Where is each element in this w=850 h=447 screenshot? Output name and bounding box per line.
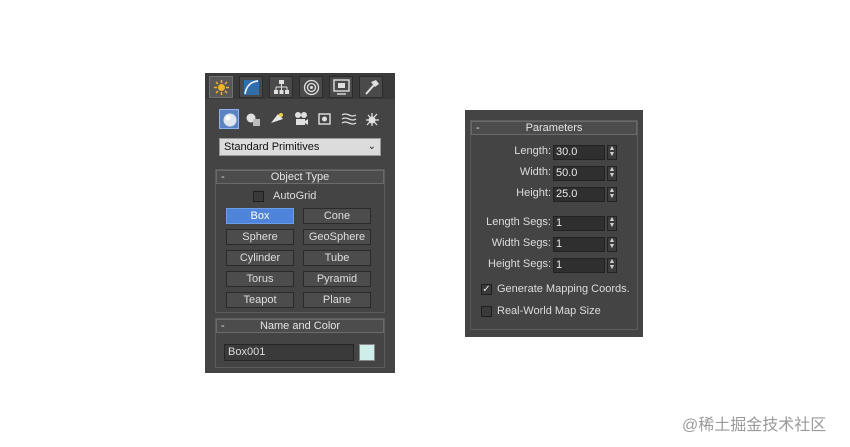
width-spinner[interactable]: ▲ ▼ (607, 166, 617, 181)
cylinder-button[interactable]: Cylinder (226, 250, 294, 266)
length-segs-label: Length Segs: (486, 216, 551, 228)
utilities-hammer-icon (365, 80, 379, 95)
create-command-panel: Standard Primitives ⌄ - Object Type Auto… (205, 73, 395, 373)
collapse-icon: - (476, 122, 480, 134)
pyramid-button[interactable]: Pyramid (303, 271, 371, 287)
torus-button[interactable]: Torus (226, 271, 294, 287)
create-star-icon (214, 80, 229, 95)
tab-display[interactable] (329, 76, 353, 98)
category-spacewarps[interactable] (339, 109, 359, 129)
primitive-type-dropdown[interactable]: Standard Primitives ⌄ (219, 138, 381, 156)
geosphere-button[interactable]: GeoSphere (303, 229, 371, 245)
tab-modify[interactable] (239, 76, 263, 98)
tab-motion[interactable] (299, 76, 323, 98)
generate-mapping-checkbox[interactable]: ✓ (481, 284, 492, 295)
width-label: Width: (519, 166, 551, 178)
width-segs-label: Width Segs: (491, 237, 551, 249)
command-panel-tabs (205, 73, 395, 99)
box-button[interactable]: Box (226, 208, 294, 224)
plane-button[interactable]: Plane (303, 292, 371, 308)
height-segs-input[interactable]: 1 (553, 258, 605, 273)
parameters-rollout-header[interactable]: - Parameters (471, 121, 637, 135)
chevron-down-icon: ⌄ (367, 141, 376, 152)
real-world-map-size-checkbox[interactable] (481, 306, 492, 317)
category-systems[interactable] (363, 109, 383, 129)
category-helpers[interactable] (315, 109, 335, 129)
display-icon (333, 79, 350, 95)
height-spinner[interactable]: ▲ ▼ (607, 187, 617, 202)
rollout-title: Object Type (270, 171, 330, 183)
collapse-icon: - (221, 320, 225, 332)
tab-utilities[interactable] (359, 76, 383, 98)
height-segs-label: Height Segs: (488, 258, 551, 270)
hierarchy-icon (274, 80, 289, 94)
spacewarps-icon (341, 113, 357, 125)
object-type-rollout: - Object Type AutoGrid Box Cone Sphere G… (215, 169, 385, 313)
geometry-sphere-icon (223, 113, 237, 127)
helpers-icon (318, 113, 331, 125)
teapot-button[interactable]: Teapot (226, 292, 294, 308)
sphere-button[interactable]: Sphere (226, 229, 294, 245)
rollout-title: Parameters (525, 122, 583, 134)
height-input[interactable]: 25.0 (553, 187, 605, 202)
length-segs-input[interactable]: 1 (553, 216, 605, 231)
name-and-color-rollout: - Name and Color Box001 (215, 318, 385, 368)
category-geometry[interactable] (219, 109, 239, 129)
category-cameras[interactable] (291, 109, 311, 129)
category-lights[interactable] (267, 109, 287, 129)
length-spinner[interactable]: ▲ ▼ (607, 145, 617, 160)
autogrid-label: AutoGrid (273, 190, 317, 202)
width-input[interactable]: 50.0 (553, 166, 605, 181)
real-world-map-size-label: Real-World Map Size (497, 305, 601, 317)
generate-mapping-label: Generate Mapping Coords. (497, 283, 630, 295)
dropdown-value: Standard Primitives (224, 141, 320, 153)
rollout-title: Name and Color (259, 320, 341, 332)
cameras-icon (295, 112, 308, 125)
parameters-panel: - Parameters Length: 30.0 ▲ ▼ Width: 50.0… (465, 110, 643, 337)
tube-button[interactable]: Tube (303, 250, 371, 266)
category-shapes[interactable] (243, 109, 263, 129)
parameters-rollout: - Parameters Length: 30.0 ▲ ▼ Width: 50.0… (470, 120, 638, 330)
height-segs-spinner[interactable]: ▲ ▼ (607, 258, 617, 273)
autogrid-checkbox[interactable] (253, 191, 264, 202)
object-type-rollout-header[interactable]: - Object Type (216, 170, 384, 184)
tab-create[interactable] (209, 76, 233, 98)
object-name-field[interactable]: Box001 (224, 344, 354, 361)
collapse-icon: - (221, 171, 225, 183)
width-segs-input[interactable]: 1 (553, 237, 605, 252)
length-segs-spinner[interactable]: ▲ ▼ (607, 216, 617, 231)
modify-curve-icon (244, 80, 259, 95)
lights-icon (271, 113, 283, 123)
watermark: @稀土掘金技术社区 (682, 417, 827, 434)
length-label: Length: (514, 145, 551, 157)
object-color-swatch[interactable] (359, 344, 375, 361)
tab-hierarchy[interactable] (269, 76, 293, 98)
systems-icon (366, 113, 379, 126)
name-and-color-rollout-header[interactable]: - Name and Color (216, 319, 384, 333)
width-segs-spinner[interactable]: ▲ ▼ (607, 237, 617, 252)
motion-icon (303, 79, 320, 96)
cone-button[interactable]: Cone (303, 208, 371, 224)
height-label: Height: (516, 187, 551, 199)
length-input[interactable]: 30.0 (553, 145, 605, 160)
shapes-icon (246, 113, 260, 126)
